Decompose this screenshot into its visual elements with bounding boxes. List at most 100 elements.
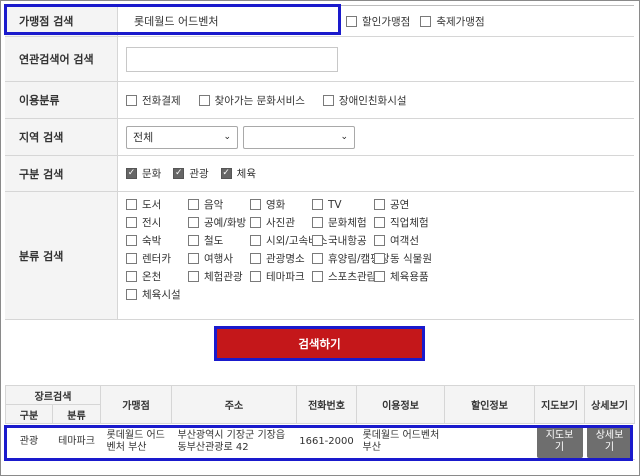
category-option-checkbox[interactable]: 휴양림/캠핑장 <box>312 251 390 266</box>
related-search-label: 연관검색어 검색 <box>5 37 118 81</box>
row-usage: 롯데월드 어드벤처 부산 <box>356 423 445 460</box>
row-category: 테마파크 <box>52 423 101 460</box>
discount-store-checkbox[interactable]: 할인가맹점 <box>346 14 410 29</box>
checkbox-box <box>188 235 199 246</box>
checkbox-box <box>420 15 432 27</box>
category-option-checkbox[interactable]: 여객선 <box>374 233 436 248</box>
category-option-checkbox[interactable]: 음악 <box>188 197 250 212</box>
category-option-checkbox[interactable]: 공연 <box>374 197 436 212</box>
category-row: 분류 검색 도서 음악 영화 TV 공연 전시 공예/화방 사진관 문화체험 직업체험 숙박 철도 시외… <box>5 192 634 320</box>
store-search-input[interactable] <box>128 8 338 34</box>
category-option-checkbox[interactable]: 숙박 <box>126 233 188 248</box>
address-header: 주소 <box>171 385 297 424</box>
results-table: 장르검색 가맹점 주소 전화번호 이용정보 할인정보 지도보기 상세보기 구분 … <box>5 385 635 460</box>
row-discount <box>444 423 535 460</box>
checkbox-box <box>322 94 334 106</box>
checkbox-box <box>250 253 261 264</box>
category-option-checkbox[interactable]: 관광명소 <box>250 251 312 266</box>
checkbox-box <box>312 199 323 210</box>
category-header: 분류 <box>52 404 101 424</box>
category-option-checkbox[interactable]: 체험관광 <box>188 269 250 284</box>
phone-payment-checkbox[interactable]: 전화결제 <box>126 93 181 108</box>
sports-checkbox[interactable]: 체육 <box>220 166 256 181</box>
division-header: 구분 <box>5 404 53 424</box>
checkbox-box <box>346 15 357 27</box>
checkbox-box <box>250 235 261 246</box>
checkbox-box <box>374 235 385 246</box>
checkbox-box <box>126 289 137 300</box>
checkbox-box <box>312 235 323 246</box>
category-option-checkbox[interactable]: 직업체험 <box>374 215 436 230</box>
region-select-1[interactable]: 전체 ⌄ <box>126 125 238 149</box>
search-button[interactable]: 검색하기 <box>214 326 425 361</box>
checkbox-box <box>374 199 385 210</box>
store-search-row: 가맹점 검색 할인가맹점 축제가맹점 <box>5 6 634 37</box>
checkbox-box <box>374 217 385 228</box>
usage-header: 이용정보 <box>356 385 445 424</box>
category-option-checkbox[interactable]: 온천 <box>126 269 188 284</box>
category-option-checkbox[interactable]: 국내항공 <box>312 233 374 248</box>
checkbox-box <box>374 253 385 264</box>
checkbox-box <box>126 199 137 210</box>
category-option-checkbox[interactable]: TV <box>312 197 374 212</box>
division-label: 구분 검색 <box>5 156 118 191</box>
category-option-checkbox[interactable]: 철도 <box>188 233 250 248</box>
festival-store-checkbox[interactable]: 축제가맹점 <box>420 14 485 29</box>
store-search-label: 가맹점 검색 <box>5 6 118 36</box>
visiting-culture-checkbox[interactable]: 찾아가는 문화서비스 <box>198 93 305 108</box>
category-option-checkbox[interactable]: 공예/화방 <box>188 215 250 230</box>
category-option-checkbox[interactable]: 테마파크 <box>250 269 312 284</box>
category-option-checkbox[interactable]: 영화 <box>250 197 312 212</box>
row-division: 관광 <box>5 423 53 460</box>
row-store: 롯데월드 어드벤처 부산 <box>100 423 172 460</box>
region-row: 지역 검색 전체 ⌄ ⌄ <box>5 119 634 156</box>
checkbox-box <box>250 217 261 228</box>
checkbox-box <box>126 94 137 106</box>
usage-type-label: 이용분류 <box>5 82 118 118</box>
checkbox-box <box>126 235 137 246</box>
checkbox-box <box>198 94 210 106</box>
detail-button[interactable]: 상세보기 <box>586 425 633 458</box>
row-phone: 1661-2000 <box>296 423 357 460</box>
category-option-checkbox[interactable]: 시외/고속버스 <box>250 233 328 248</box>
culture-checkbox[interactable]: 문화 <box>126 166 161 181</box>
checkbox-box <box>312 253 323 264</box>
category-grid: 도서 음악 영화 TV 공연전시 공예/화방 사진관 문화체험 직업체험숙박 철도 시외/고속버스 국… <box>126 192 436 307</box>
chevron-down-icon: ⌄ <box>340 132 348 142</box>
category-option-checkbox[interactable]: 여행사 <box>188 251 250 266</box>
category-option-checkbox[interactable]: 문화체험 <box>312 215 374 230</box>
map-button[interactable]: 지도보기 <box>536 425 583 458</box>
category-option-checkbox[interactable]: 도서 <box>126 197 188 212</box>
checkbox-box <box>126 253 137 264</box>
usage-type-row: 이용분류 전화결제 찾아가는 문화서비스 장애인친화시설 <box>5 82 634 119</box>
category-option-checkbox[interactable]: 전시 <box>126 215 188 230</box>
checkbox-checked <box>126 168 137 179</box>
category-option-checkbox[interactable]: 렌터카 <box>126 251 188 266</box>
category-option-checkbox[interactable]: 체육용품 <box>374 269 436 284</box>
category-option-checkbox[interactable]: 스포츠관람 <box>312 269 376 284</box>
category-option-checkbox[interactable]: 사진관 <box>250 215 312 230</box>
checkbox-box <box>188 217 199 228</box>
checkbox-box <box>312 217 323 228</box>
genre-search-header: 장르검색 <box>5 385 101 405</box>
related-search-row: 연관검색어 검색 <box>5 37 634 82</box>
checkbox-box <box>188 253 199 264</box>
category-option-checkbox[interactable]: 체육시설 <box>126 287 188 302</box>
discount-header: 할인정보 <box>444 385 535 424</box>
checkbox-box <box>250 199 261 210</box>
map-header: 지도보기 <box>534 385 585 424</box>
related-search-input[interactable] <box>126 46 338 72</box>
division-row: 구분 검색 문화 관광 체육 <box>5 156 634 192</box>
checkbox-box <box>250 271 261 282</box>
store-header: 가맹점 <box>100 385 172 424</box>
region-select-2[interactable]: ⌄ <box>243 125 355 149</box>
tourism-checkbox[interactable]: 관광 <box>173 166 209 181</box>
search-form: 가맹점 검색 할인가맹점 축제가맹점 연관검색어 검색 이용분류 전화결제 찾아… <box>5 5 634 320</box>
checkbox-box <box>374 271 385 282</box>
checkbox-box <box>126 217 137 228</box>
table-row: 관광 테마파크 롯데월드 어드벤처 부산 부산광역시 기장군 기장읍 동부산관광… <box>5 423 635 460</box>
checkbox-checked <box>173 168 185 179</box>
category-option-checkbox[interactable]: 동 식물원 <box>374 251 436 266</box>
accessible-facility-checkbox[interactable]: 장애인친화시설 <box>322 93 407 108</box>
row-address: 부산광역시 기장군 기장읍 동부산관광로 42 <box>171 423 297 460</box>
